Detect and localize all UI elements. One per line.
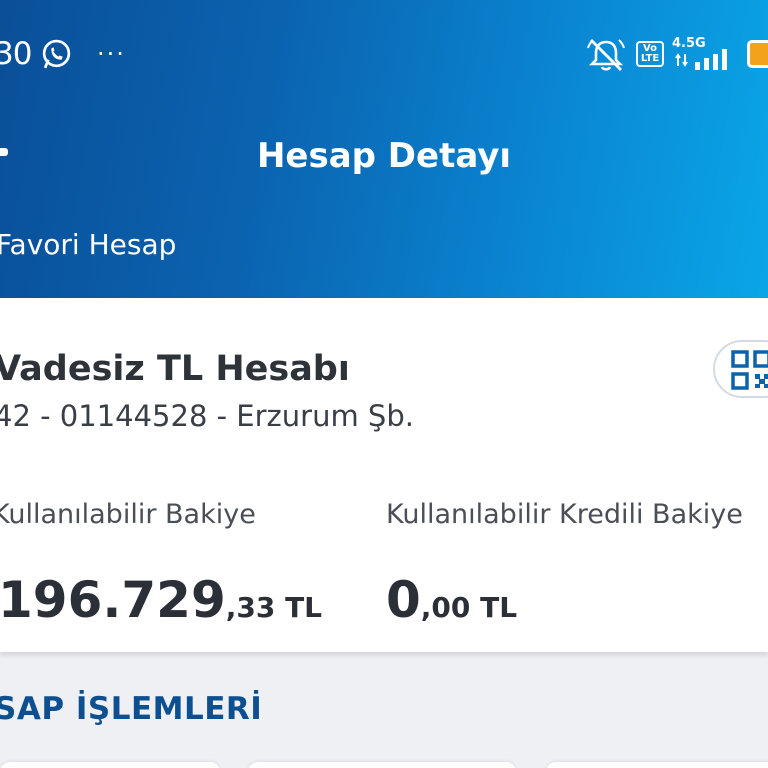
action-button[interactable] bbox=[0, 762, 220, 768]
more-dots-icon: ··· bbox=[97, 40, 126, 68]
mute-icon bbox=[587, 39, 625, 71]
favorite-account-toggle[interactable]: Favori Hesap bbox=[0, 228, 176, 262]
page-title: Hesap Detayı bbox=[256, 136, 512, 176]
signal-icon bbox=[675, 49, 727, 70]
credit-balance-integer: 0 bbox=[386, 571, 421, 629]
qr-code-icon bbox=[731, 350, 768, 390]
status-time: 30 bbox=[0, 36, 32, 72]
account-card: Vadesiz TL Hesabı 42 - 01144528 - Erzuru… bbox=[0, 298, 768, 652]
credit-balance-amount: 0,00 TL bbox=[386, 570, 517, 630]
credit-balance-decimal: ,00 TL bbox=[420, 591, 518, 624]
battery-icon bbox=[747, 40, 768, 68]
account-name: Vadesiz TL Hesabı bbox=[0, 349, 350, 389]
app-header: 30 ··· Vo LTE 4.5G Hesap Detayı Favori H… bbox=[0, 0, 768, 298]
available-balance-label: Kullanılabilir Bakiye bbox=[0, 499, 256, 530]
available-balance-amount: 196.729,33 TL bbox=[0, 570, 322, 630]
available-balance-decimal: ,33 TL bbox=[225, 591, 323, 624]
whatsapp-icon bbox=[42, 39, 71, 69]
section-title: SAP İŞLEMLERİ bbox=[0, 691, 263, 727]
available-balance-integer: 196.729 bbox=[0, 571, 226, 629]
account-number: 42 - 01144528 - Erzurum Şb. bbox=[0, 399, 414, 433]
volte-badge: Vo LTE bbox=[636, 41, 664, 67]
action-button[interactable] bbox=[546, 762, 768, 768]
credit-balance-label: Kullanılabilir Kredili Bakiye bbox=[386, 499, 743, 530]
qr-code-button[interactable] bbox=[713, 340, 768, 398]
action-button[interactable] bbox=[248, 762, 516, 768]
